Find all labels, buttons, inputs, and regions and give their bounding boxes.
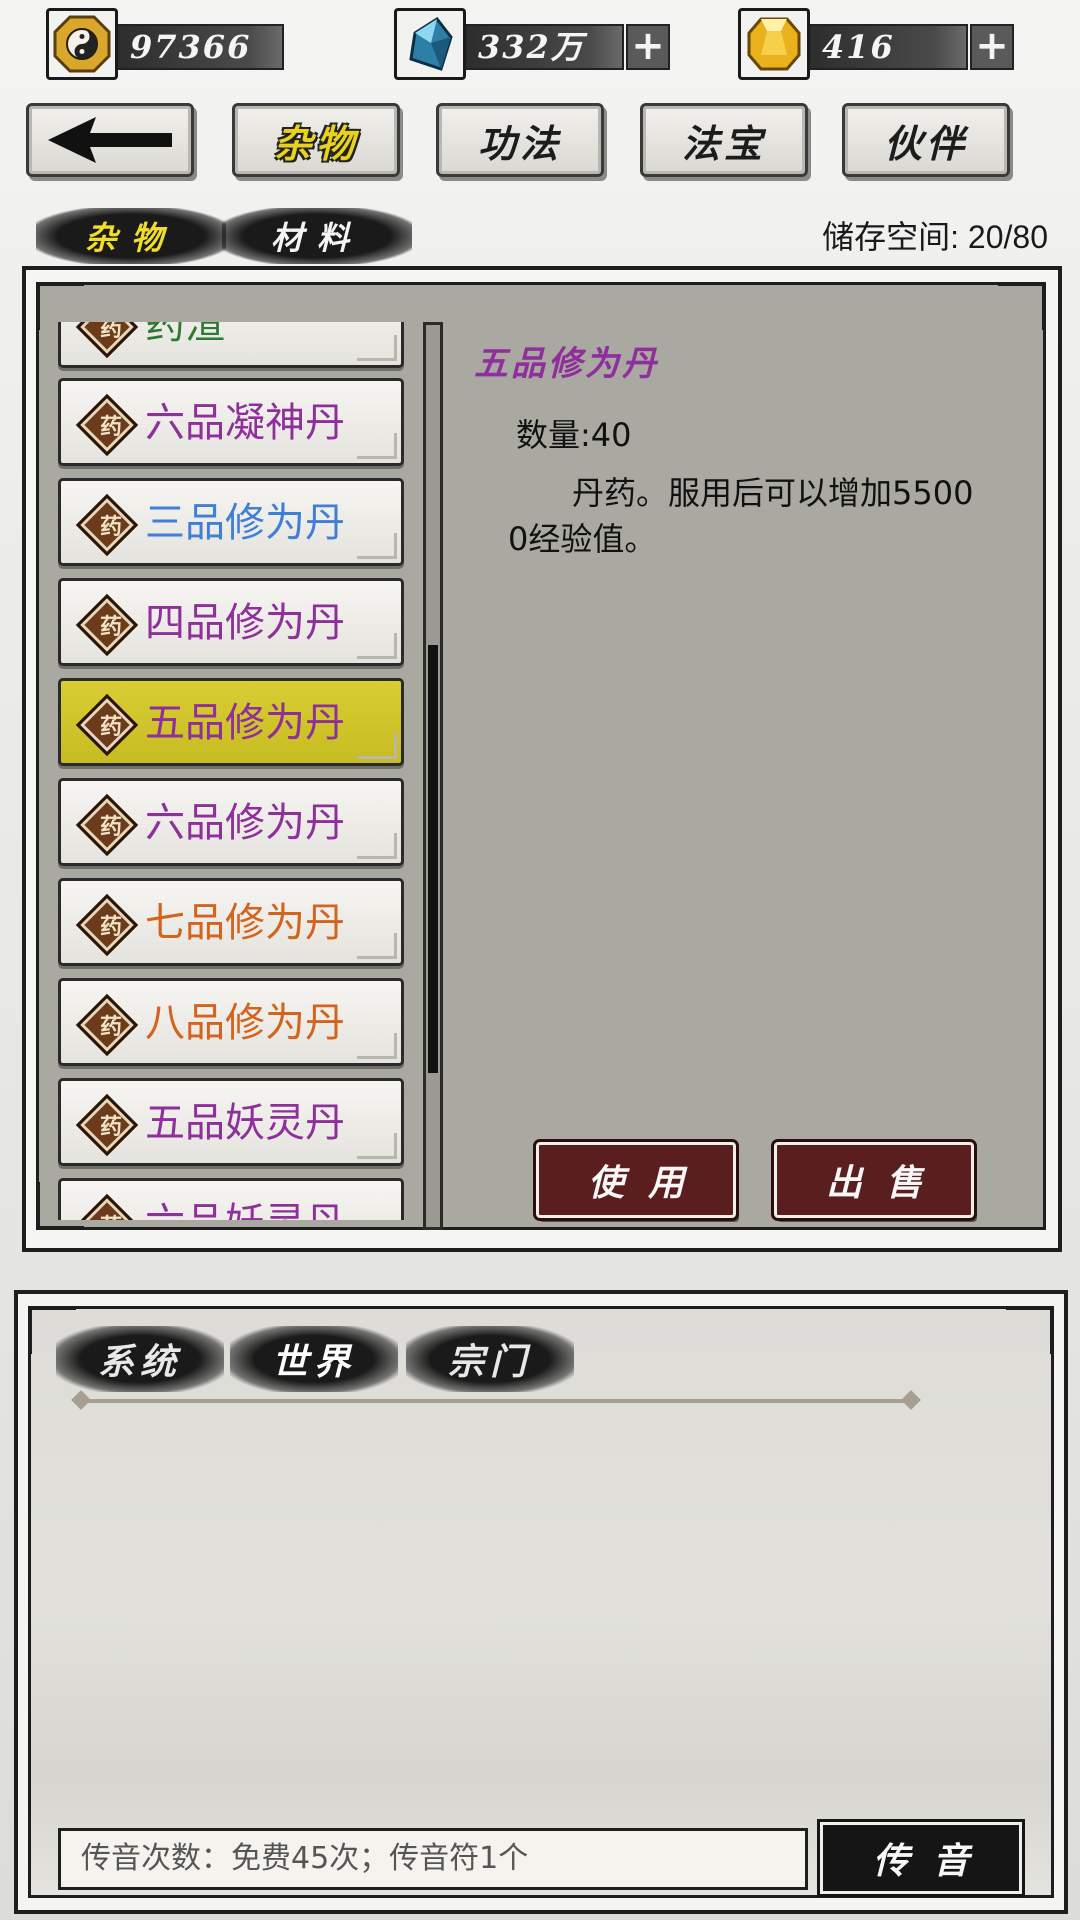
list-item-selected[interactable]: 药 五品修为丹 <box>58 678 404 766</box>
item-name: 六品凝神丹 <box>145 400 345 446</box>
item-name: 五品修为丹 <box>145 700 345 746</box>
corner-ornament <box>1006 1306 1054 1354</box>
item-detail-title: 五品修为丹 <box>474 344 659 384</box>
spirit-stone-icon <box>394 8 466 80</box>
tab-techniques[interactable]: 功法 <box>436 103 604 177</box>
spirit-stone-value: 332万 <box>478 28 585 66</box>
yinyang-coin-value: 97366 <box>130 28 252 66</box>
list-item[interactable]: 药 六品凝神丹 <box>58 378 404 466</box>
subtab-sundries[interactable]: 杂物 <box>36 208 226 264</box>
gold-gem-value: 416 <box>822 28 895 66</box>
chat-tab-system[interactable]: 系统 <box>56 1326 224 1392</box>
subtab-materials[interactable]: 材料 <box>222 208 412 264</box>
item-name: 六品修为丹 <box>145 800 345 846</box>
item-name: 五品妖灵丹 <box>145 1100 345 1146</box>
gold-gem-icon <box>738 8 810 80</box>
currency-gold-gem: 416 + <box>738 8 1018 80</box>
list-item[interactable]: 药 四品修为丹 <box>58 578 404 666</box>
sell-button[interactable]: 出售 <box>771 1139 977 1221</box>
chat-tab-sect[interactable]: 宗门 <box>406 1326 574 1392</box>
item-list[interactable]: 药 药渣 药 六品凝神丹 药 三品修为丹 药 四品修为丹 药 五品修为丹 药 六… <box>58 322 406 1220</box>
back-button[interactable] <box>26 103 194 177</box>
item-name: 四品修为丹 <box>145 600 345 646</box>
scrollbar-thumb[interactable] <box>428 645 438 1073</box>
corner-ornament <box>998 282 1046 330</box>
list-item[interactable]: 药 药渣 <box>58 322 404 368</box>
currency-spirit-stone: 332万 + <box>394 8 674 80</box>
tab-sundries[interactable]: 杂物 <box>232 103 400 177</box>
item-name: 六品妖灵丹 <box>145 1181 345 1220</box>
item-name: 七品修为丹 <box>145 900 345 946</box>
add-spirit-stone-button[interactable]: + <box>626 24 670 70</box>
use-button[interactable]: 使用 <box>533 1139 739 1221</box>
chat-tab-world[interactable]: 世界 <box>230 1326 398 1392</box>
item-description: 丹药。服用后可以增加55000经验值。 <box>508 474 974 558</box>
list-item[interactable]: 药 七品修为丹 <box>58 878 404 966</box>
chat-panel-inner <box>28 1306 1054 1898</box>
currency-yinyang: 97366 <box>46 8 286 80</box>
item-quantity: 数量:40 <box>516 416 632 454</box>
chat-divider <box>80 1399 912 1403</box>
item-name: 八品修为丹 <box>145 1000 345 1046</box>
yinyang-coin-icon <box>46 8 118 80</box>
item-name: 三品修为丹 <box>145 500 345 546</box>
chat-message-input[interactable]: 传音次数：免费45次；传音符1个 <box>58 1828 808 1890</box>
add-gold-gem-button[interactable]: + <box>970 24 1014 70</box>
storage-capacity: 储存空间: 20/80 <box>822 219 1048 255</box>
tab-treasures[interactable]: 法宝 <box>640 103 808 177</box>
list-item[interactable]: 药 六品妖灵丹 <box>58 1178 404 1220</box>
list-item[interactable]: 药 三品修为丹 <box>58 478 404 566</box>
list-item[interactable]: 药 八品修为丹 <box>58 978 404 1066</box>
tab-companions[interactable]: 伙伴 <box>842 103 1010 177</box>
list-item[interactable]: 药 六品修为丹 <box>58 778 404 866</box>
send-message-button[interactable]: 传音 <box>817 1819 1025 1897</box>
item-name: 药渣 <box>145 322 225 348</box>
arrow-left-icon <box>48 117 172 163</box>
list-item[interactable]: 药 五品妖灵丹 <box>58 1078 404 1166</box>
